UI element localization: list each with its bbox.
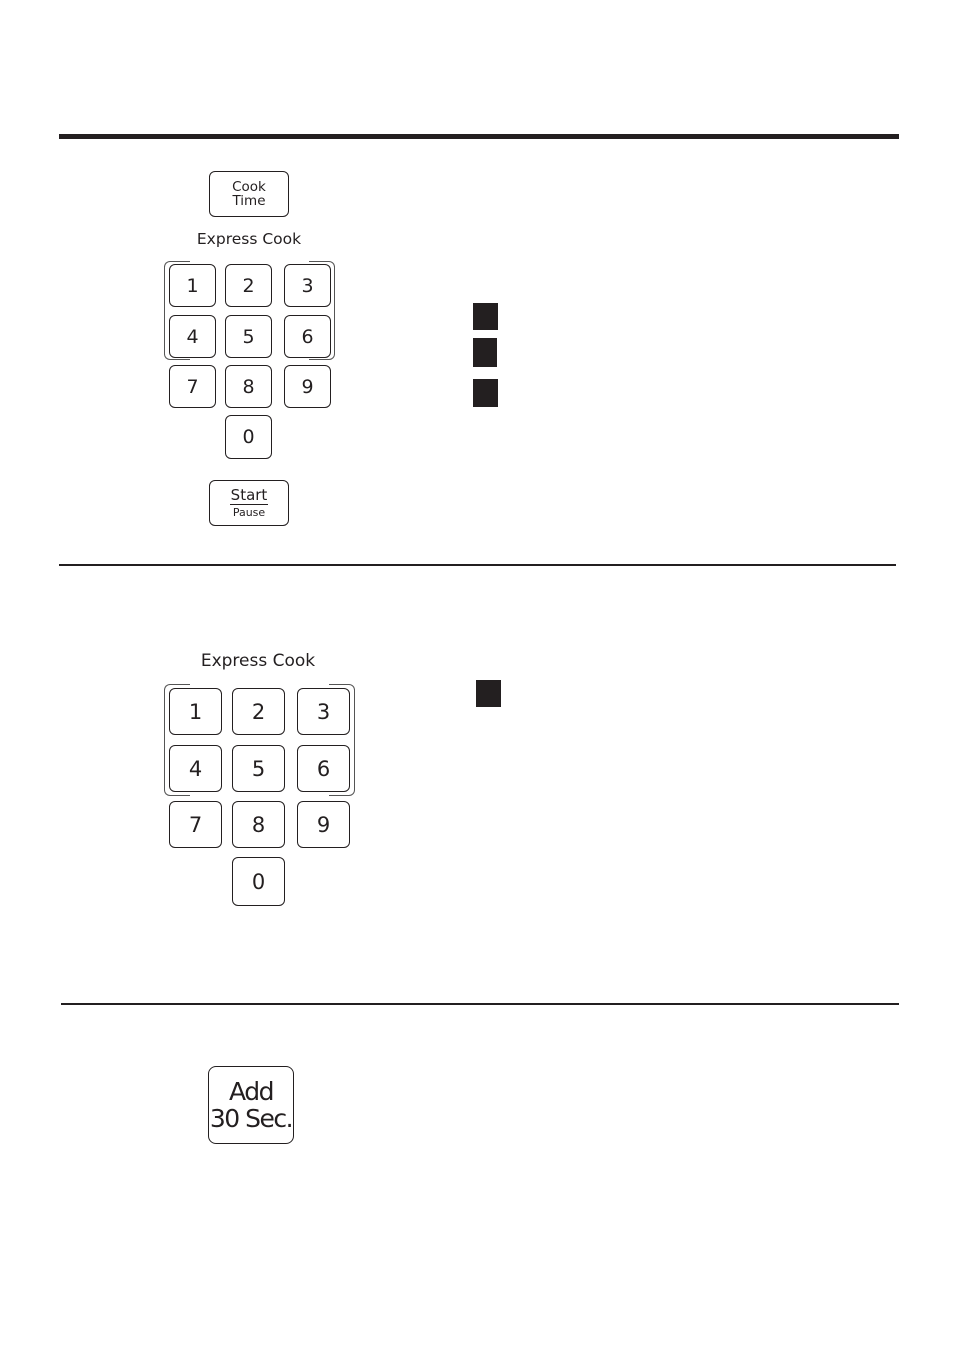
key-9[interactable]: 9 (284, 365, 331, 408)
express-cook-label: Express Cook (196, 230, 302, 248)
cook-time-line2: Time (232, 193, 266, 209)
key-9[interactable]: 9 (297, 801, 350, 848)
key-8[interactable]: 8 (225, 365, 272, 408)
step-marker-3 (473, 379, 498, 407)
key-0[interactable]: 0 (232, 857, 285, 906)
express-cook-label-2: Express Cook (200, 651, 316, 671)
key-6[interactable]: 6 (297, 745, 350, 792)
add-30-sec-button[interactable]: Add 30 Sec. (208, 1066, 294, 1144)
key-7[interactable]: 7 (169, 365, 216, 408)
start-pause-button[interactable]: Start Pause (209, 480, 289, 526)
key-4[interactable]: 4 (169, 315, 216, 358)
key-2[interactable]: 2 (225, 264, 272, 307)
key-6[interactable]: 6 (284, 315, 331, 358)
cook-time-line1: Cook (232, 178, 266, 195)
key-7[interactable]: 7 (169, 801, 222, 848)
key-8[interactable]: 8 (232, 801, 285, 848)
key-1[interactable]: 1 (169, 264, 216, 307)
step-marker-1 (473, 303, 498, 330)
pause-label: Pause (232, 506, 266, 520)
key-5[interactable]: 5 (232, 745, 285, 792)
30-sec-label: 30 Sec. (209, 1104, 294, 1133)
key-5[interactable]: 5 (225, 315, 272, 358)
add-label: Add (229, 1077, 274, 1106)
key-1[interactable]: 1 (169, 688, 222, 735)
section-divider-bottom (61, 1003, 899, 1005)
section-divider-top (59, 134, 899, 139)
key-3[interactable]: 3 (284, 264, 331, 307)
cook-time-button[interactable]: Cook Time (209, 171, 289, 217)
key-2[interactable]: 2 (232, 688, 285, 735)
key-0[interactable]: 0 (225, 415, 272, 459)
section-divider-middle (59, 564, 896, 566)
start-label: Start (229, 485, 269, 506)
step-marker-2 (473, 338, 497, 367)
key-3[interactable]: 3 (297, 688, 350, 735)
key-4[interactable]: 4 (169, 745, 222, 792)
step-marker-1 (476, 680, 501, 707)
